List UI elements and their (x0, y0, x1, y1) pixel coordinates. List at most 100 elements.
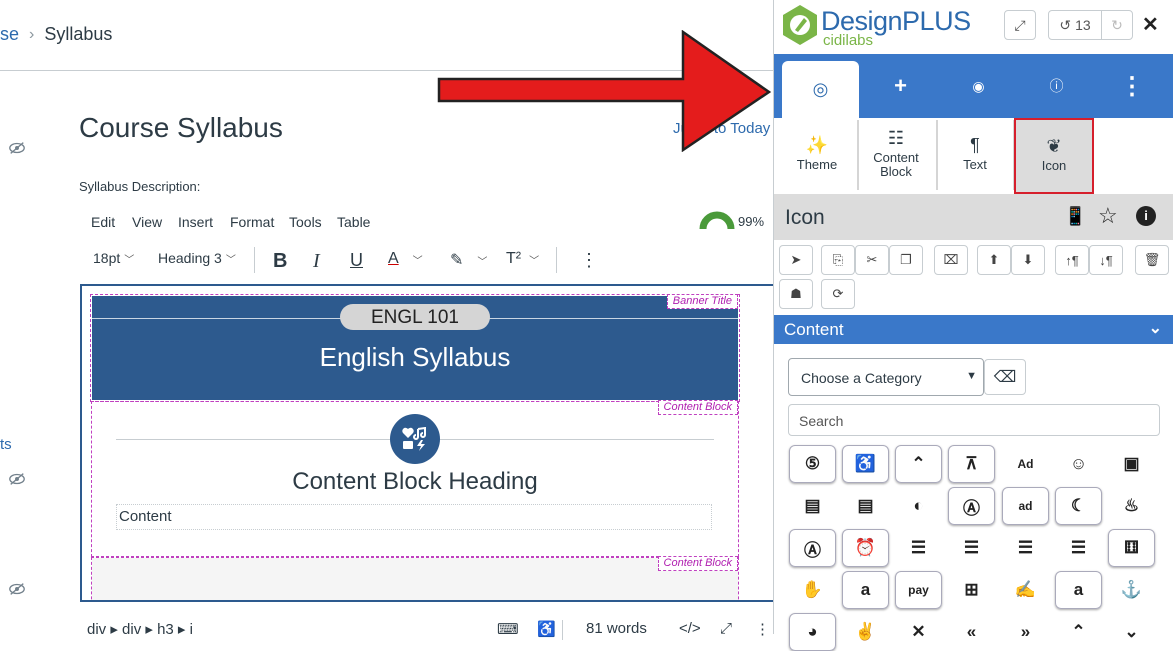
select-pointer-icon[interactable]: ➤ (779, 245, 813, 275)
breadcrumb-parent-link[interactable]: se (0, 24, 19, 45)
text-color-button[interactable]: A ﹀ (388, 250, 423, 268)
address-card-icon[interactable]: ▣ (1108, 445, 1155, 483)
menu-format[interactable]: Format (230, 214, 274, 230)
angle-double-left-icon[interactable]: « (948, 613, 995, 651)
insert-paragraph-after-icon[interactable]: ↓¶ (1089, 245, 1123, 275)
arrow-down-circle-icon[interactable]: ⬇ (1011, 245, 1045, 275)
align-left-icon[interactable]: ☰ (1002, 529, 1049, 567)
air-freshener-icon[interactable]: ♨ (1108, 487, 1155, 525)
bold-icon[interactable]: B (273, 250, 287, 273)
redo-icon[interactable]: ↻ (1101, 10, 1133, 40)
american-sign-icon[interactable]: ✍ (1002, 571, 1049, 609)
hand-icon[interactable]: ✋ (789, 571, 836, 609)
angle-x-icon[interactable]: ✕ (895, 613, 942, 651)
word-count[interactable]: 81 words (586, 620, 647, 637)
keyboard-icon[interactable]: ⌨ (497, 620, 519, 638)
menu-view[interactable]: View (132, 214, 162, 230)
airbnb-icon[interactable]: Ⓐ (789, 529, 836, 567)
underline-icon[interactable]: U (350, 250, 363, 271)
adjust-icon[interactable]: ◐ (895, 487, 942, 525)
eye-slash-icon[interactable] (8, 141, 26, 155)
id-card-outline-icon[interactable]: ▤ (842, 487, 889, 525)
ambulance-icon[interactable]: ⊞ (948, 571, 995, 609)
tab-help[interactable]: ⓘ (1018, 54, 1095, 118)
content-block-body[interactable]: Content (116, 504, 712, 530)
menu-insert[interactable]: Insert (178, 214, 213, 230)
ghost-icon[interactable]: ☗ (779, 279, 813, 309)
angle-up-icon[interactable]: ⌃ (1055, 613, 1102, 651)
accessible-icon[interactable]: ♿ (842, 445, 889, 483)
content-block[interactable]: Content Block Content Block Heading Cont… (91, 400, 739, 557)
accessibility-gauge-icon[interactable] (698, 209, 736, 231)
clear-formatting-icon[interactable]: ⌧ (934, 245, 968, 275)
500px-icon[interactable]: ⑤ (789, 445, 836, 483)
eye-slash-icon[interactable] (8, 582, 26, 596)
close-icon[interactable]: ✕ (1142, 12, 1159, 37)
sidebar-link[interactable]: ts (0, 436, 12, 453)
align-justify-icon[interactable]: ☰ (948, 529, 995, 567)
icon-shapes-icon[interactable] (390, 414, 440, 464)
icon-search-input[interactable]: Search (788, 404, 1160, 436)
arrow-up-circle-icon[interactable]: ⬆ (977, 245, 1011, 275)
id-card-icon[interactable]: ▤ (789, 487, 836, 525)
icon-tool-button[interactable]: ❦ Icon (1014, 118, 1094, 194)
more-options-icon[interactable]: ⋮ (580, 250, 598, 271)
text-tool-button[interactable]: ¶ Text (936, 118, 1014, 192)
html-editor-icon[interactable]: </> (679, 620, 701, 637)
tab-accessibility[interactable]: ◉ (940, 54, 1017, 118)
ad-outline-icon[interactable]: ad (1002, 487, 1049, 525)
amazon-icon[interactable]: a (842, 571, 889, 609)
category-select[interactable]: Choose a Category ▼ (788, 358, 984, 396)
superscript-button[interactable]: T² ﹀ (506, 250, 539, 268)
content-block[interactable]: Content Block (91, 556, 739, 600)
ad-icon[interactable]: Ad (1002, 445, 1049, 483)
tab-target[interactable]: ◎ (782, 61, 859, 118)
element-path[interactable]: div ▸ div ▸ h3 ▸ i (87, 621, 193, 638)
font-size-select[interactable]: 18pt ﹀ (93, 250, 134, 266)
align-center-icon[interactable]: ☰ (895, 529, 942, 567)
content-section-bar[interactable]: Content ⌄ (774, 315, 1173, 344)
refresh-icon[interactable]: ⟳ (821, 279, 855, 309)
android-icon[interactable]: ◕ (789, 613, 836, 651)
anchor-icon[interactable]: ⚓ (1108, 571, 1155, 609)
trash-icon[interactable]: 🗑 (1135, 245, 1169, 275)
menu-edit[interactable]: Edit (91, 214, 115, 230)
rich-content-editor[interactable]: Banner Title ENGL 101 English Syllabus C… (80, 284, 780, 602)
eye-slash-icon[interactable] (8, 472, 26, 486)
undo-button[interactable]: ↺ 13 (1048, 10, 1102, 40)
align-right-icon[interactable]: ☰ (1055, 529, 1102, 567)
eraser-button[interactable]: ⌫ (984, 359, 1026, 395)
mobile-alert-icon[interactable]: 📱 (1064, 206, 1086, 227)
expand-icon[interactable]: ⤢ (1004, 10, 1036, 40)
copy-icon[interactable]: ⎘ (821, 245, 855, 275)
content-block-tool-button[interactable]: ☷ Content Block (857, 118, 935, 192)
amazon-pay-icon[interactable]: pay (895, 571, 942, 609)
menu-tools[interactable]: Tools (289, 214, 322, 230)
highlight-color-button[interactable]: ✎ ﹀ (450, 250, 487, 270)
accessibility-icon[interactable]: ♿ (537, 620, 556, 638)
adobe-icon[interactable]: Ⓐ (948, 487, 995, 525)
fullscreen-icon[interactable]: ⤢ (720, 620, 732, 637)
angle-down-icon[interactable]: ⌄ (1108, 613, 1155, 651)
clone-icon[interactable]: ❐ (889, 245, 923, 275)
block-style-select[interactable]: Heading 3 ﹀ (158, 250, 236, 266)
theme-tool-button[interactable]: ✨ Theme (778, 118, 856, 192)
accusoft-icon[interactable]: ⌃ (895, 445, 942, 483)
star-icon[interactable]: ☆ (1098, 203, 1118, 229)
menu-table[interactable]: Table (337, 214, 370, 230)
angle-double-right-icon[interactable]: » (1002, 613, 1049, 651)
address-book-icon[interactable]: ☺ (1055, 445, 1102, 483)
resize-handle-icon[interactable]: ⋮ (755, 620, 770, 638)
info-icon[interactable]: i (1136, 206, 1156, 226)
text-height-icon[interactable]: ⊼ (948, 445, 995, 483)
insert-paragraph-before-icon[interactable]: ↑¶ (1055, 245, 1089, 275)
banner-title-block[interactable]: Banner Title ENGL 101 English Syllabus (90, 294, 740, 402)
angellist-icon[interactable]: ✌ (842, 613, 889, 651)
cut-icon[interactable]: ✂ (855, 245, 889, 275)
italic-icon[interactable]: I (313, 250, 320, 273)
tab-add[interactable]: + (862, 54, 939, 118)
aerolinea-icon[interactable]: ☾ (1055, 487, 1102, 525)
alarm-clock-icon[interactable]: ⏰ (842, 529, 889, 567)
amazon-a-icon[interactable]: a (1055, 571, 1102, 609)
tab-more[interactable]: ⋮ (1112, 54, 1152, 118)
